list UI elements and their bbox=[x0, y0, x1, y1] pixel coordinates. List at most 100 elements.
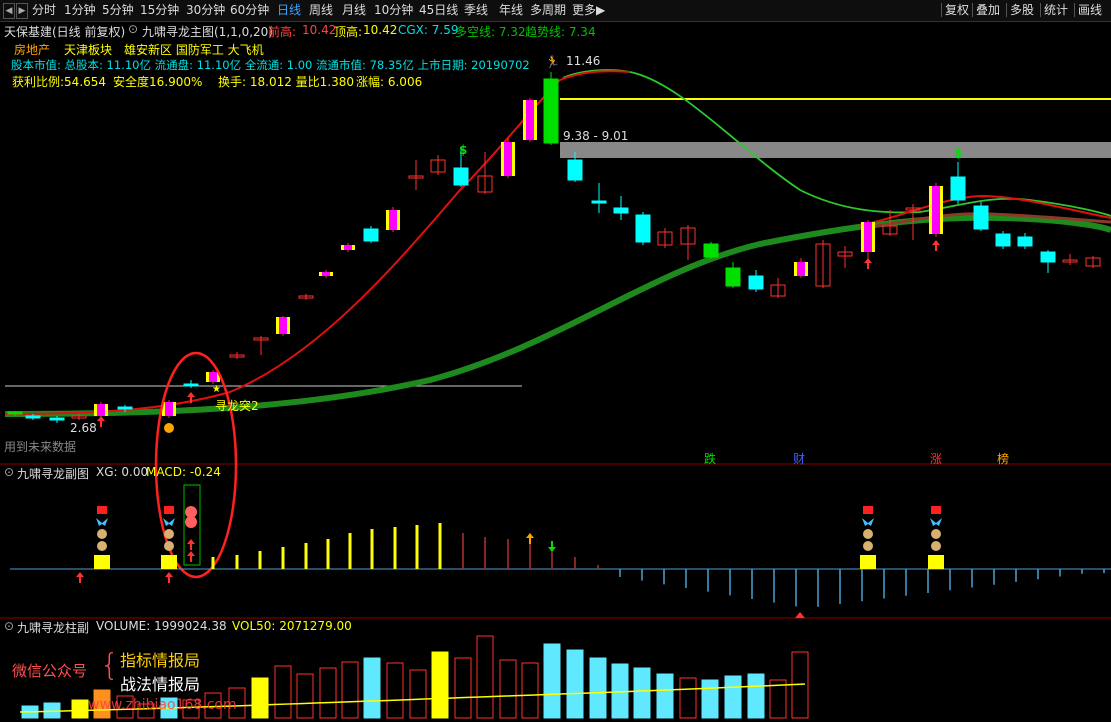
signal-block bbox=[928, 555, 944, 569]
candle-body bbox=[591, 200, 607, 204]
volume-bar bbox=[499, 659, 517, 719]
down-arrow-icon bbox=[548, 541, 556, 552]
runner-icon: 🏃 bbox=[545, 55, 560, 69]
signal-block bbox=[860, 555, 876, 569]
candle-body bbox=[453, 167, 469, 186]
dollar-marker: $ bbox=[459, 143, 468, 157]
volume-bar bbox=[476, 635, 494, 719]
volume-bar bbox=[656, 673, 674, 719]
flag-icon bbox=[164, 506, 174, 514]
kline-chart[interactable]: ★🏃 bbox=[0, 0, 1111, 722]
candle-body bbox=[504, 142, 512, 176]
volume-bar bbox=[409, 669, 427, 719]
ball-icon bbox=[185, 516, 197, 528]
candle-body bbox=[864, 222, 872, 252]
vol50-value: VOL50: 2071279.00 bbox=[232, 619, 352, 633]
volume-bar bbox=[724, 675, 742, 719]
up-arrow-icon bbox=[187, 539, 195, 550]
signal-label: 寻龙突2 bbox=[215, 399, 259, 413]
price-high-label: 11.46 bbox=[566, 54, 601, 68]
buy-arrow-icon bbox=[864, 258, 872, 269]
candle-body bbox=[995, 233, 1011, 247]
volume-bar bbox=[341, 661, 359, 719]
buy-arrow-icon bbox=[932, 240, 940, 251]
volume-bar bbox=[543, 643, 561, 719]
candle-body bbox=[1040, 251, 1056, 263]
marker-bang: 榜 bbox=[997, 452, 1010, 466]
xg-value: XG: 0.00 bbox=[96, 465, 149, 479]
flag-icon bbox=[863, 506, 873, 514]
volume-bar bbox=[251, 677, 269, 719]
butterfly-icon bbox=[930, 518, 942, 526]
ma-green-band bbox=[4, 214, 1111, 417]
band-label: 9.38 - 9.01 bbox=[563, 129, 629, 143]
pressure-band bbox=[560, 142, 1111, 158]
panel-settings-icon[interactable]: ⊙ bbox=[4, 465, 14, 479]
future-data-label: 用到未来数据 bbox=[4, 440, 77, 454]
signal-block bbox=[161, 555, 177, 569]
up-arrow-icon bbox=[165, 572, 173, 583]
volume-bar bbox=[633, 667, 651, 719]
signal-block bbox=[94, 555, 110, 569]
up-arrow-icon bbox=[76, 572, 84, 583]
watermark-brace: { bbox=[100, 648, 120, 683]
candle-body bbox=[797, 262, 805, 276]
moneybag-icon bbox=[164, 541, 174, 551]
volume-bar bbox=[747, 673, 765, 719]
candle-body bbox=[613, 207, 629, 214]
macd-marker-icon bbox=[795, 612, 805, 618]
moneybag-icon bbox=[164, 529, 174, 539]
volume-bar bbox=[566, 649, 584, 719]
marker-die: 跌 bbox=[704, 452, 717, 466]
candle-body bbox=[7, 411, 23, 415]
marker-cai: 财 bbox=[793, 452, 806, 466]
macd-panel-title[interactable]: 九啸寻龙副图 bbox=[17, 465, 89, 482]
star-icon: ★ bbox=[212, 384, 221, 395]
up-arrow-icon bbox=[526, 533, 534, 544]
candle-body bbox=[25, 415, 41, 419]
coin-icon bbox=[164, 423, 174, 433]
candle-body bbox=[703, 243, 719, 258]
moneybag-icon bbox=[97, 541, 107, 551]
candle-body bbox=[932, 186, 940, 234]
candle-body bbox=[49, 417, 65, 421]
candle-body bbox=[165, 402, 173, 416]
price-low-label: 2.68 bbox=[70, 421, 97, 435]
volume-bar bbox=[431, 651, 449, 719]
butterfly-icon bbox=[96, 518, 108, 526]
volume-bar bbox=[454, 657, 472, 719]
butterfly-icon bbox=[163, 518, 175, 526]
candle-body bbox=[183, 383, 199, 387]
buy-arrow-icon bbox=[97, 416, 105, 427]
panel-settings-icon[interactable]: ⊙ bbox=[4, 619, 14, 633]
candle-body bbox=[209, 372, 217, 382]
candle-body bbox=[526, 100, 534, 140]
volume-bar bbox=[274, 665, 292, 719]
flag-icon bbox=[931, 506, 941, 514]
volume-bar bbox=[701, 679, 719, 719]
candle-body bbox=[117, 406, 133, 410]
volume-bar bbox=[679, 677, 697, 719]
candle-body bbox=[973, 205, 989, 230]
candle-body bbox=[725, 267, 741, 287]
watermark-line2: 战法情报局 bbox=[120, 675, 201, 694]
candle-body bbox=[950, 176, 966, 201]
moneybag-icon bbox=[931, 529, 941, 539]
candle-body bbox=[748, 275, 764, 290]
candle-body bbox=[1017, 236, 1033, 247]
volume-bar bbox=[71, 699, 89, 719]
candle-body bbox=[543, 78, 559, 144]
candle-body bbox=[389, 210, 397, 230]
flag-icon bbox=[97, 506, 107, 514]
candle-body bbox=[97, 404, 105, 416]
candle-body bbox=[363, 228, 379, 242]
volume-bar bbox=[589, 657, 607, 719]
volume-bar bbox=[296, 673, 314, 719]
butterfly-icon bbox=[862, 518, 874, 526]
watermark-line1: 指标情报局 bbox=[120, 651, 201, 670]
macd-value: MACD: -0.24 bbox=[146, 465, 221, 479]
moneybag-icon bbox=[97, 529, 107, 539]
marker-zhang: 涨 bbox=[930, 452, 943, 466]
volume-panel-title[interactable]: 九啸寻龙柱副 bbox=[17, 619, 89, 636]
volume-bar bbox=[386, 662, 404, 719]
